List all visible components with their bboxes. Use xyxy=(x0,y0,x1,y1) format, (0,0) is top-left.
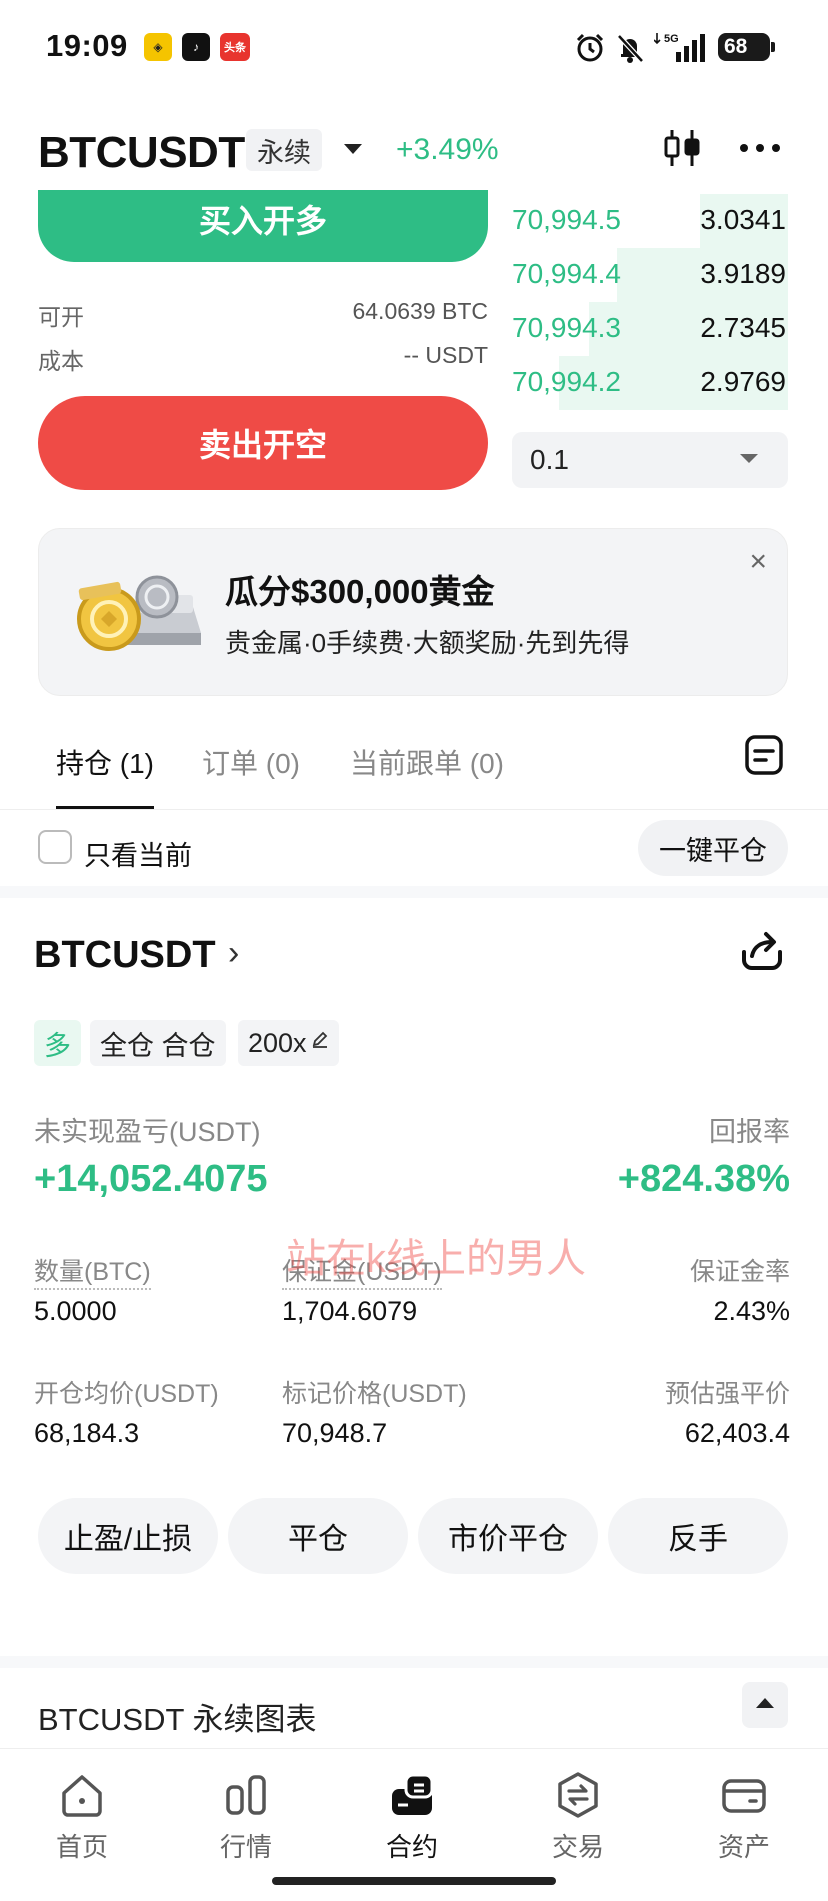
nav-label: 交易 xyxy=(551,1832,604,1862)
orderbook-row[interactable]: 70,994.5 3.0341 xyxy=(512,194,788,248)
futures-icon xyxy=(392,1773,434,1815)
home-icon xyxy=(62,1775,102,1817)
share-icon[interactable] xyxy=(738,926,786,974)
price-change: +3.49% xyxy=(396,133,499,166)
section-separator xyxy=(0,1656,828,1668)
precision-select[interactable]: 0.1 xyxy=(512,432,788,488)
divider xyxy=(0,809,828,810)
reverse-position-button[interactable]: 反手 xyxy=(608,1498,788,1574)
margin-value: 1,704.6079 xyxy=(282,1296,418,1326)
available-value: 64.0639 BTC xyxy=(352,298,488,324)
orderbook-quantity: 2.9769 xyxy=(700,366,786,397)
orderbook-row[interactable]: 70,994.4 3.9189 xyxy=(512,248,788,302)
margin-ratio-label: 保证金率 xyxy=(689,1258,790,1286)
signal-icon: 5G xyxy=(654,33,705,62)
nav-home[interactable]: 首页 xyxy=(22,1771,142,1864)
unrealized-pnl-label: 未实现盈亏(USDT) xyxy=(34,1117,261,1147)
orderbook-quantity: 3.0341 xyxy=(700,204,786,235)
alarm-icon xyxy=(576,33,604,62)
app-notification-icon: ◈ xyxy=(144,33,172,61)
order-history-icon[interactable] xyxy=(744,734,784,776)
orderbook-quantity: 2.7345 xyxy=(700,312,786,343)
nav-market[interactable]: 行情 xyxy=(186,1771,306,1864)
orderbook-quantity: 3.9189 xyxy=(700,258,786,289)
available-label: 可开 xyxy=(38,304,84,330)
nav-label: 资产 xyxy=(717,1832,770,1862)
trade-icon xyxy=(558,1772,598,1818)
mute-icon xyxy=(617,34,644,63)
side-badge: 多 xyxy=(34,1020,81,1066)
cost-value: -- USDT xyxy=(403,342,488,368)
mark-price-label: 标记价格(USDT) xyxy=(282,1380,467,1408)
chevron-down-icon[interactable] xyxy=(344,144,362,154)
gold-coins-icon xyxy=(77,575,201,651)
chevron-up-icon[interactable] xyxy=(742,1682,788,1728)
toutiao-icon: 头条 xyxy=(220,33,250,61)
leverage-badge[interactable]: 200x xyxy=(238,1020,339,1066)
watermark: 站在k线上的男人 xyxy=(286,1237,586,1281)
orderbook-row[interactable]: 70,994.2 2.9769 xyxy=(512,356,788,410)
battery-icon: 68 xyxy=(718,33,775,61)
only-current-checkbox[interactable] xyxy=(38,830,72,864)
tiktok-icon: ♪ xyxy=(182,33,210,61)
market-close-button[interactable]: 市价平仓 xyxy=(418,1498,598,1574)
edit-icon xyxy=(312,1031,327,1048)
nav-assets[interactable]: 资产 xyxy=(684,1771,804,1864)
orderbook-price: 70,994.5 xyxy=(512,204,621,235)
status-time: 19:09 xyxy=(46,28,128,63)
nav-label: 合约 xyxy=(385,1832,438,1862)
contract-type-tag: 永续 xyxy=(246,129,322,171)
close-position-button[interactable]: 平仓 xyxy=(228,1498,408,1574)
roe-label: 回报率 xyxy=(709,1117,790,1147)
promo-title: 瓜分$300,000黄金 xyxy=(225,573,495,610)
nav-label: 首页 xyxy=(55,1832,108,1862)
candlestick-icon[interactable] xyxy=(662,126,702,170)
liquidation-price-value: 62,403.4 xyxy=(684,1418,790,1448)
orderbook-price: 70,994.4 xyxy=(512,258,621,289)
tab-orders[interactable]: 订单 (0) xyxy=(202,742,300,782)
entry-price-label: 开仓均价(USDT) xyxy=(34,1380,219,1408)
sell-short-button[interactable]: 卖出开空 xyxy=(38,396,488,490)
quantity-label[interactable]: 数量(BTC) xyxy=(34,1252,151,1290)
pair-title[interactable]: BTCUSDT xyxy=(38,128,245,178)
close-all-button[interactable]: 一键平仓 xyxy=(638,820,788,876)
quantity-value: 5.0000 xyxy=(34,1296,117,1326)
chevron-right-icon[interactable]: › xyxy=(228,934,239,973)
entry-price-value: 68,184.3 xyxy=(34,1418,140,1448)
tab-copy-trades[interactable]: 当前跟单 (0) xyxy=(350,742,504,782)
mark-price-value: 70,948.7 xyxy=(282,1418,388,1448)
close-icon[interactable]: × xyxy=(749,545,767,579)
liquidation-price-label: 预估强平价 xyxy=(664,1380,790,1408)
margin-mode-badge[interactable]: 全仓 合仓 xyxy=(90,1020,226,1066)
roe-value: +824.38% xyxy=(617,1158,790,1200)
chart-section-title[interactable]: BTCUSDT 永续图表 xyxy=(38,1694,316,1739)
promo-subtitle: 贵金属·0手续费·大额奖励·先到先得 xyxy=(225,628,630,658)
market-icon xyxy=(226,1775,266,1815)
network-type: 5G xyxy=(664,33,679,45)
nav-futures[interactable]: 合约 xyxy=(352,1771,472,1864)
leverage-value: 200x xyxy=(248,1027,307,1058)
buy-long-button[interactable]: 买入开多 xyxy=(38,190,488,262)
promo-banner[interactable]: 瓜分$300,000黄金 贵金属·0手续费·大额奖励·先到先得 × xyxy=(38,528,788,696)
nav-label: 行情 xyxy=(219,1832,272,1862)
tab-positions[interactable]: 持仓 (1) xyxy=(56,742,154,782)
position-pair[interactable]: BTCUSDT xyxy=(34,934,216,977)
nav-trade[interactable]: 交易 xyxy=(518,1771,638,1864)
orderbook-price: 70,994.3 xyxy=(512,312,621,343)
precision-value: 0.1 xyxy=(530,444,569,475)
only-current-label: 只看当前 xyxy=(84,841,192,871)
orderbook-price: 70,994.2 xyxy=(512,366,621,397)
home-indicator[interactable] xyxy=(272,1877,556,1885)
section-separator xyxy=(0,886,828,898)
unrealized-pnl-value: +14,052.4075 xyxy=(34,1158,268,1200)
orderbook-row[interactable]: 70,994.3 2.7345 xyxy=(512,302,788,356)
cost-label: 成本 xyxy=(38,348,84,374)
wallet-icon xyxy=(722,1779,766,1813)
margin-ratio-value: 2.43% xyxy=(713,1296,790,1326)
tp-sl-button[interactable]: 止盈/止损 xyxy=(38,1498,218,1574)
chevron-down-icon xyxy=(740,454,758,463)
more-icon[interactable] xyxy=(738,134,782,162)
